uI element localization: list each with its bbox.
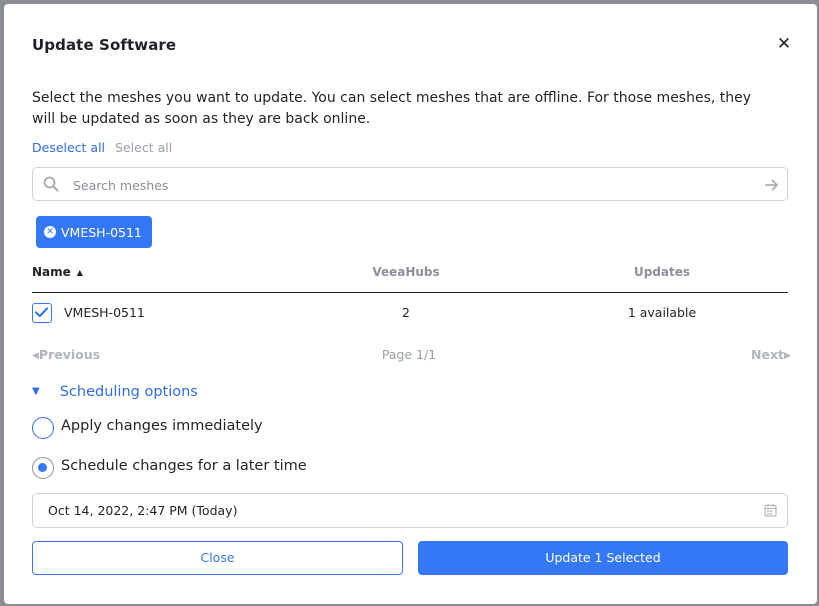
apply-immediately-label: Apply changes immediately: [61, 418, 263, 434]
cell-veeahubs-count: 2: [402, 305, 410, 320]
update-selected-button[interactable]: Update 1 Selected: [418, 541, 788, 575]
select-all-link[interactable]: Select all: [115, 140, 172, 155]
close-icon[interactable]: ✕: [774, 34, 794, 54]
schedule-datetime-field[interactable]: Oct 14, 2022, 2:47 PM (Today): [32, 493, 788, 528]
search-input[interactable]: [71, 174, 755, 196]
checkmark-icon: [35, 307, 48, 318]
caret-down-icon: ▼: [32, 386, 40, 397]
column-header-veeahubs[interactable]: VeeaHubs: [364, 265, 448, 279]
row-checkbox[interactable]: [32, 303, 52, 323]
selected-mesh-chip[interactable]: ✕ VMESH-0511: [36, 216, 152, 248]
previous-page-button[interactable]: ◀Previous: [32, 347, 100, 362]
search-icon: [43, 176, 59, 196]
schedule-datetime-value: Oct 14, 2022, 2:47 PM (Today): [48, 503, 238, 518]
deselect-all-link[interactable]: Deselect all: [32, 140, 105, 155]
cell-updates-available: 1 available: [627, 305, 697, 320]
chip-remove-icon[interactable]: ✕: [44, 226, 56, 238]
column-header-updates[interactable]: Updates: [622, 265, 702, 279]
search-box: [32, 167, 788, 201]
dialog-title: Update Software: [32, 36, 177, 54]
close-button[interactable]: Close: [32, 541, 403, 575]
chip-label: VMESH-0511: [61, 224, 142, 240]
arrow-right-icon[interactable]: [764, 177, 779, 196]
cell-mesh-name: VMESH-0511: [64, 305, 145, 320]
next-page-button[interactable]: Next▶: [751, 347, 791, 362]
update-software-dialog: Update Software ✕ Select the meshes you …: [4, 4, 817, 604]
caret-right-icon: ▶: [783, 351, 791, 361]
sort-ascending-icon: ▲: [76, 268, 83, 277]
schedule-later-radio[interactable]: [32, 457, 54, 479]
calendar-icon[interactable]: [764, 503, 777, 520]
table-header-divider: [32, 292, 788, 293]
dialog-description: Select the meshes you want to update. Yo…: [32, 90, 752, 127]
table-row: VMESH-0511 2 1 available: [32, 302, 788, 328]
caret-left-icon: ◀: [32, 351, 39, 361]
schedule-later-label: Schedule changes for a later time: [61, 458, 307, 474]
scheduling-options-toggle[interactable]: ▼ Scheduling options: [32, 384, 198, 400]
column-header-name[interactable]: Name ▲: [32, 265, 83, 279]
apply-immediately-radio[interactable]: [32, 417, 54, 439]
selection-links: Deselect all Select all: [32, 140, 172, 155]
page-indicator: Page 1/1: [381, 347, 437, 362]
